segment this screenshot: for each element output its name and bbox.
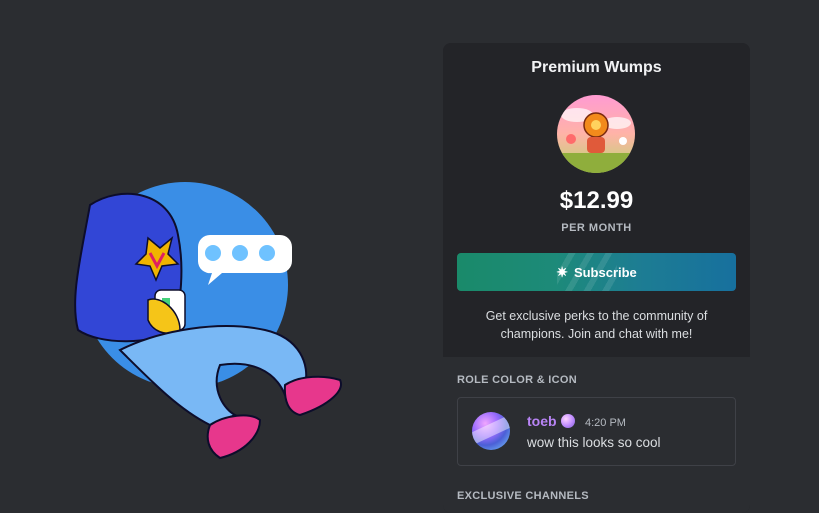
shoe-icon [206, 414, 262, 460]
username: toeb [527, 413, 557, 429]
subscribe-label: Subscribe [573, 264, 637, 280]
tier-image [557, 95, 635, 173]
subscribe-button[interactable]: ✷ Subscribe [457, 253, 736, 291]
avatar [472, 412, 510, 450]
sparkle-icon: ✷ [556, 263, 568, 280]
tier-header: Premium Wumps $12.99 PER MONTH ✷ Subscri… [443, 43, 750, 357]
tier-description: Get exclusive perks to the community of … [485, 309, 708, 341]
perks-section: ROLE COLOR & ICON toeb 4:20 PM wow this … [443, 357, 750, 513]
shoe-icon [283, 375, 342, 417]
person-on-phone-illustration [74, 182, 342, 460]
billing-period: PER MONTH [561, 222, 632, 234]
role-color-icon-heading: ROLE COLOR & ICON [457, 374, 577, 386]
message-preview: toeb 4:20 PM wow this looks so cool [457, 397, 736, 466]
exclusive-channels-heading: EXCLUSIVE CHANNELS [457, 490, 589, 502]
message-text: wow this looks so cool [527, 435, 661, 450]
role-icon [561, 414, 575, 428]
tier-name: Premium Wumps [531, 59, 662, 76]
tier-card: Premium Wumps $12.99 PER MONTH ✷ Subscri… [443, 43, 750, 513]
price: $12.99 [559, 187, 634, 214]
timestamp: 4:20 PM [585, 417, 626, 429]
